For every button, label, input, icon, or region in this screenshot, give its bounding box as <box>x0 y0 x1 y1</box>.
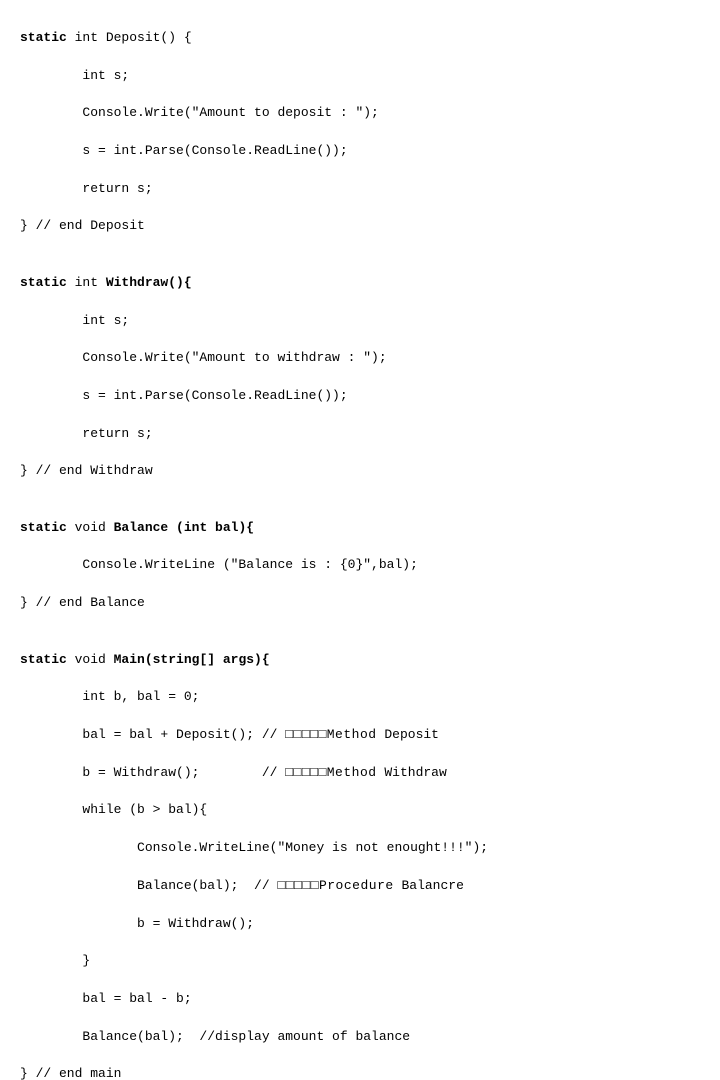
code-line: b = Withdraw(); <box>20 915 700 934</box>
code-text: void <box>67 520 114 535</box>
code-line: static int Withdraw(){ <box>20 274 700 293</box>
code-line: Console.Write("Amount to deposit : "); <box>20 104 700 123</box>
keyword-static: static <box>20 520 67 535</box>
keyword-static: static <box>20 30 67 45</box>
code-line: Console.Write("Amount to withdraw : "); <box>20 349 700 368</box>
code-line: Console.WriteLine ("Balance is : {0}",ba… <box>20 556 700 575</box>
code-line: b = Withdraw(); // □□□□□Method Withdraw <box>20 764 700 783</box>
code-line: static void Main(string[] args){ <box>20 651 700 670</box>
code-text: b = Withdraw(); // <box>20 765 285 780</box>
code-line: s = int.Parse(Console.ReadLine()); <box>20 387 700 406</box>
code-line: } // end Balance <box>20 594 700 613</box>
code-text: Balance(bal); // <box>20 878 277 893</box>
code-line: return s; <box>20 425 700 444</box>
keyword-static: static <box>20 652 67 667</box>
code-line: int b, bal = 0; <box>20 688 700 707</box>
code-line: static int Deposit() { <box>20 29 700 48</box>
code-line: } // end Deposit <box>20 217 700 236</box>
garbled-text: □□□□□Procedure <box>277 878 393 893</box>
code-text: Deposit <box>377 727 439 742</box>
keyword-static: static <box>20 275 67 290</box>
code-text: int <box>67 275 106 290</box>
method-name: Withdraw(){ <box>106 275 192 290</box>
code-text: void <box>67 652 114 667</box>
code-block: static int Deposit() { int s; Console.Wr… <box>20 10 700 1080</box>
code-line: static void Balance (int bal){ <box>20 519 700 538</box>
garbled-text: □□□□□Method <box>285 765 376 780</box>
garbled-text: □□□□□Method <box>285 727 376 742</box>
code-line: s = int.Parse(Console.ReadLine()); <box>20 142 700 161</box>
code-line: return s; <box>20 180 700 199</box>
code-line: bal = bal + Deposit(); // □□□□□Method De… <box>20 726 700 745</box>
code-line: int s; <box>20 67 700 86</box>
code-line: } // end main <box>20 1065 700 1080</box>
code-line: int s; <box>20 312 700 331</box>
code-line: } <box>20 952 700 971</box>
code-line: bal = bal - b; <box>20 990 700 1009</box>
code-line: Balance(bal); // □□□□□Procedure Balancre <box>20 877 700 896</box>
code-text: Balancre <box>394 878 464 893</box>
code-line: Balance(bal); //display amount of balanc… <box>20 1028 700 1047</box>
code-text: int Deposit() { <box>67 30 192 45</box>
method-name: Main(string[] args){ <box>114 652 270 667</box>
code-line: Console.WriteLine("Money is not enought!… <box>20 839 700 858</box>
code-text: bal = bal + Deposit(); // <box>20 727 285 742</box>
code-text: Withdraw <box>377 765 447 780</box>
code-line: } // end Withdraw <box>20 462 700 481</box>
code-line: while (b > bal){ <box>20 801 700 820</box>
method-name: Balance (int bal){ <box>114 520 254 535</box>
